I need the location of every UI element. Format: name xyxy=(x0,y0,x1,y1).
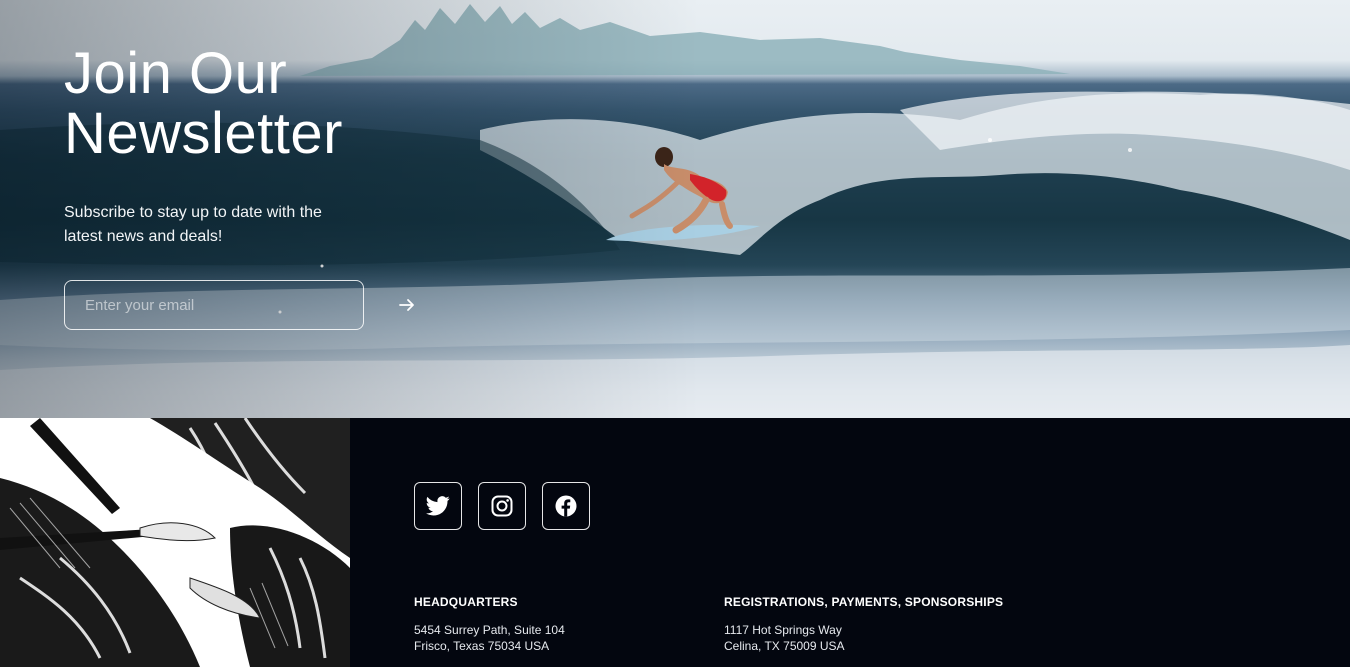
facebook-icon xyxy=(555,495,577,517)
twitter-link[interactable] xyxy=(414,482,462,530)
instagram-icon xyxy=(491,495,513,517)
registrations-heading: REGISTRATIONS, PAYMENTS, SPONSORSHIPS xyxy=(724,595,1004,609)
twitter-icon xyxy=(426,496,450,516)
instagram-link[interactable] xyxy=(478,482,526,530)
registrations-column: REGISTRATIONS, PAYMENTS, SPONSORSHIPS 11… xyxy=(724,595,1003,654)
headquarters-address-line1: 5454 Surrey Path, Suite 104 xyxy=(414,623,565,637)
headquarters-heading: HEADQUARTERS xyxy=(414,595,518,609)
site-footer: HEADQUARTERS 5454 Surrey Path, Suite 104… xyxy=(0,418,1350,667)
subscribe-submit-button[interactable] xyxy=(392,290,422,320)
newsletter-subtitle: Subscribe to stay up to date with the la… xyxy=(64,204,322,245)
newsletter-title-line1: Join Our xyxy=(64,41,288,106)
marlin-illustration xyxy=(0,418,350,667)
registrations-address-line1: 1117 Hot Springs Way xyxy=(724,623,842,637)
facebook-link[interactable] xyxy=(542,482,590,530)
newsletter-hero: Join Our Newsletter Subscribe to stay up… xyxy=(0,0,1350,418)
headquarters-column: HEADQUARTERS 5454 Surrey Path, Suite 104… xyxy=(414,595,565,654)
newsletter-title-line2: Newsletter xyxy=(64,101,343,166)
social-links xyxy=(414,482,590,530)
arrow-right-icon xyxy=(399,299,414,311)
registrations-address-line2: Celina, TX 75009 USA xyxy=(724,639,845,653)
email-input[interactable] xyxy=(64,280,364,330)
headquarters-address-line2: Frisco, Texas 75034 USA xyxy=(414,639,550,653)
newsletter-title: Join Our Newsletter xyxy=(64,44,484,164)
